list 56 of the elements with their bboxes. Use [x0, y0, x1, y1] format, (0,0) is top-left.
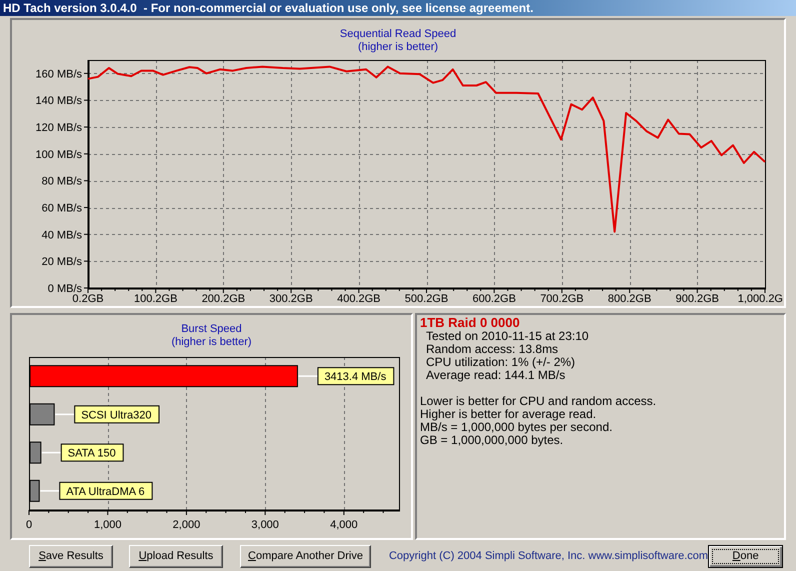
chart-title: Sequential Read Speed — [340, 28, 456, 41]
leader-line — [298, 375, 318, 377]
axis-label: 800.2GB — [608, 293, 652, 305]
chart-subtitle: (higher is better) — [358, 41, 438, 54]
axis-label: 120 MB/s — [36, 122, 82, 134]
copyright-text: Copyright (C) 2004 Simpli Software, Inc. www.simplisoftware.com — [388, 548, 708, 564]
result-line: Tested on 2010-11-15 at 23:10 — [426, 329, 589, 343]
y-tick-label: SCSI Ultra320 — [81, 409, 152, 422]
value-callout: SCSI Ultra320 — [74, 405, 160, 424]
axis-label: 100.2GB — [134, 293, 178, 305]
y-tick-label: ATA UltraDMA 6 — [66, 486, 145, 498]
chart-title: Burst Speed — [181, 323, 242, 336]
axis-label: 600.2GB — [472, 293, 516, 305]
axis-label: 2,000 — [172, 519, 200, 531]
axis-label: 700.2GB — [540, 293, 584, 305]
axis-label: 0.2GB — [72, 293, 104, 305]
note-line: GB = 1,000,000,000 bytes. — [420, 433, 564, 447]
axis-label: 3,000 — [251, 519, 279, 531]
drive-name: 1TB Raid 0 0000 — [420, 315, 520, 330]
axis-label: 1,000.2G — [738, 293, 783, 305]
axis-label: 500.2GB — [404, 293, 448, 305]
result-line: Random access: 13.8ms — [426, 342, 558, 356]
value-callout: ATA UltraDMA 6 — [59, 482, 153, 500]
y-tick-label: SATA 150 — [68, 448, 116, 460]
note-line: Higher is better for average read. — [420, 407, 596, 421]
axis-label: 160 MB/s — [36, 68, 82, 80]
axis-label: 1,000 — [94, 519, 122, 531]
axis-label: 900.2GB — [676, 293, 719, 305]
value-callout: SATA 150 — [60, 444, 124, 462]
axis-label: 4,000 — [330, 519, 358, 531]
note-line: MB/s = 1,000,000 bytes per second. — [420, 420, 612, 434]
axis-label: 400.2GB — [337, 293, 380, 305]
y-tick-label: 3413.4 MB/s — [324, 371, 387, 384]
axis-label: 140 MB/s — [36, 95, 82, 108]
axis-label: 0 MB/s — [48, 283, 82, 295]
axis-label: 60 MB/s — [42, 202, 82, 215]
axis-label: 80 MB/s — [42, 176, 82, 188]
action-button[interactable]: Upload Results — [129, 544, 223, 568]
chart-subtitle: (higher is better) — [171, 336, 252, 349]
leader-line — [42, 452, 61, 454]
leader-line — [40, 490, 60, 492]
axis-label: 0 — [26, 519, 32, 531]
action-button[interactable]: Save Results — [29, 544, 113, 568]
done-button[interactable]: Done — [708, 544, 784, 568]
result-line: CPU utilization: 1% (+/- 2%) — [426, 355, 576, 369]
axis-label: 200.2GB — [202, 293, 246, 305]
axis-label: 300.2GB — [269, 293, 313, 305]
leader-line — [55, 414, 74, 416]
note-line: Lower is better for CPU and random access. — [420, 394, 656, 408]
axis-label: 20 MB/s — [42, 256, 82, 268]
result-line: Average read: 144.1 MB/s — [426, 368, 566, 382]
value-callout: 3413.4 MB/s — [317, 367, 394, 386]
axis-label: 100 MB/s — [36, 148, 82, 161]
axis-label: 40 MB/s — [42, 229, 82, 242]
action-button[interactable]: Compare Another Drive — [240, 544, 371, 568]
window-title: HD Tach version 3.0.4.0 - For non-commercial or evaluation use only, see license agreement. — [2, 0, 534, 16]
